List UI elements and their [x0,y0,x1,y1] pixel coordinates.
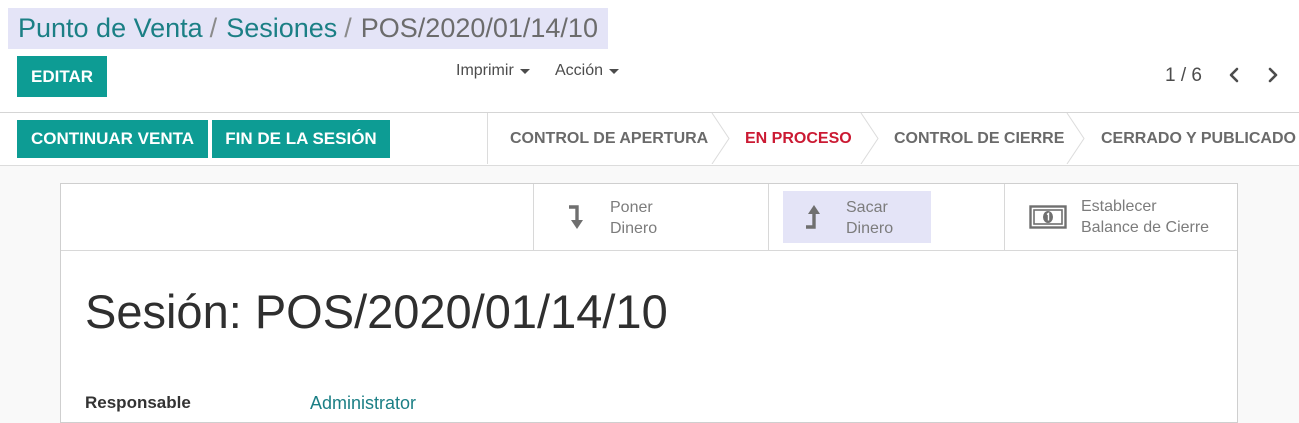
action-dropdown[interactable]: Acción [555,62,620,80]
money-bill-icon [1029,205,1067,229]
breadcrumb-point-of-sale[interactable]: Punto de Venta [18,13,203,44]
take-money-label-line2: Dinero [846,220,894,237]
status-step-closing-control: CONTROL DE CIERRE [894,129,1065,147]
breadcrumb-current: POS/2020/01/14/10 [360,13,598,43]
breadcrumb-separator: / [209,13,218,43]
take-money-label-line1: Sacar [846,199,888,216]
status-steps: CONTROL DE APERTURA EN PROCESO CONTROL D… [487,113,1299,164]
button-box: Poner Dinero Sacar Dinero Establecer Bal… [61,184,1237,251]
pager-next-button[interactable] [1263,64,1283,86]
edit-button[interactable]: EDITAR [17,56,107,97]
step-separator [1066,113,1085,164]
responsible-label: Responsable [85,393,191,412]
caret-down-icon [609,68,620,74]
print-dropdown[interactable]: Imprimir [456,62,530,80]
print-dropdown-label: Imprimir [456,62,514,79]
set-closing-balance-label-line2: Balance de Cierre [1081,219,1210,236]
control-panel: Punto de Venta / Sesiones / POS/2020/01/… [0,0,1299,113]
breadcrumb: Punto de Venta / Sesiones / POS/2020/01/… [8,8,608,49]
status-step-closed-posted: CERRADO Y PUBLICADO [1101,129,1296,147]
pager-value[interactable]: 1 / 6 [1165,65,1202,87]
statusbar: CONTINUAR VENTA FIN DE LA SESIÓN CONTROL… [0,113,1299,166]
responsible-value-link[interactable]: Administrator [310,393,416,414]
breadcrumb-sessions[interactable]: Sesiones [226,13,337,44]
form-sheet: Poner Dinero Sacar Dinero Establecer Bal… [60,183,1238,423]
step-separator [711,113,730,164]
take-money-label: Sacar Dinero [846,197,893,239]
breadcrumb-separator: / [344,13,352,43]
end-session-button[interactable]: FIN DE LA SESIÓN [212,120,390,158]
chevron-left-icon [1229,67,1239,83]
put-money-label-line1: Poner [610,199,653,216]
arrow-turn-down-icon [569,205,583,229]
form-title: Sesión: POS/2020/01/14/10 [85,285,668,338]
put-money-label: Poner Dinero [610,197,657,239]
action-dropdown-label: Acción [555,62,604,79]
pager-previous-button[interactable] [1224,64,1244,86]
put-money-button[interactable]: Poner Dinero [533,184,768,250]
step-separator [860,113,879,164]
status-step-opening-control: CONTROL DE APERTURA [510,129,709,147]
chevron-right-icon [1268,67,1278,83]
set-closing-balance-label: Establecer Balance de Cierre [1081,196,1209,238]
arrow-turn-up-icon [806,205,820,229]
continue-selling-button[interactable]: CONTINUAR VENTA [17,120,208,158]
take-money-button[interactable]: Sacar Dinero [768,184,1004,250]
caret-down-icon [519,68,530,74]
set-closing-balance-label-line1: Establecer [1081,198,1157,215]
set-closing-balance-button[interactable]: Establecer Balance de Cierre [1004,184,1237,250]
status-step-in-progress: EN PROCESO [745,129,852,147]
put-money-label-line2: Dinero [610,220,658,237]
